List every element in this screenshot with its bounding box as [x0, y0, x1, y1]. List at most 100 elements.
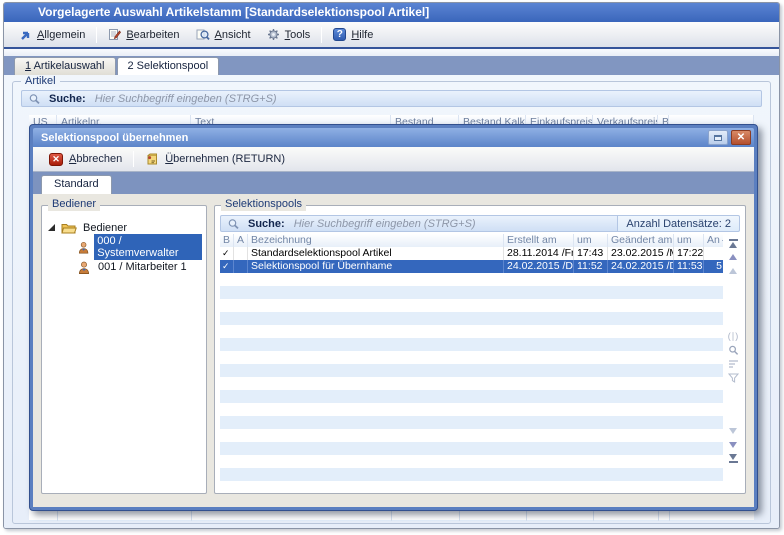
col-an[interactable]: An: [704, 234, 723, 247]
col-bezeichnung[interactable]: Bezeichnung: [248, 234, 504, 247]
cell-um: 11:53: [674, 260, 704, 273]
menu-hilfe-label: Hilfe: [351, 29, 373, 41]
search-row-icon[interactable]: [728, 344, 739, 356]
col-erstellt-am[interactable]: Erstellt am: [504, 234, 574, 247]
tab-selektionspool[interactable]: 2 Selektionspool: [117, 57, 220, 75]
previous-row-icon[interactable]: [729, 265, 737, 277]
folder-icon: [61, 222, 77, 234]
abbrechen-label: Abbrechen: [69, 153, 122, 165]
toolbar-spacer: [4, 49, 779, 56]
pool-row-selektionspool-fuer-uebernhame[interactable]: ✓ Selektionspool für Übernhame 24.02.201…: [220, 260, 723, 273]
menu-separator: [321, 27, 322, 43]
col-um-2[interactable]: um: [674, 234, 704, 247]
cell-erstellt-am: 28.11.2014 /Fr: [504, 247, 574, 260]
menu-bearbeiten[interactable]: Bearbeiten: [100, 26, 187, 43]
artikel-search-input[interactable]: Suche: Hier Suchbegriff eingeben (STRG+S…: [21, 90, 762, 107]
selektionspools-groupbox-label: Selektionspools: [221, 198, 306, 211]
abbrechen-button[interactable]: ✕ Abbrechen: [41, 151, 130, 168]
cell-um: 17:43: [574, 247, 608, 260]
menu-hilfe[interactable]: ? Hilfe: [325, 26, 381, 43]
search-icon: [28, 93, 41, 105]
toolbar-separator: [133, 151, 134, 167]
tree-root-label[interactable]: Bediener: [83, 222, 127, 234]
dialog-title: Selektionspool übernehmen: [41, 132, 705, 144]
column-width-icon[interactable]: (∣): [728, 330, 739, 342]
uebernehmen-button[interactable]: Übernehmen (RETURN): [137, 151, 293, 168]
pools-grid: B A Bezeichnung Erstellt am um Geändert …: [220, 234, 723, 488]
col-um-1[interactable]: um: [574, 234, 608, 247]
menu-tools[interactable]: Tools: [259, 26, 319, 43]
tree-expander-icon[interactable]: [48, 224, 55, 231]
arrow-up-right-icon: [20, 29, 32, 41]
tree-item-mitarbeiter1[interactable]: 001 / Mitarbeiter 1: [78, 257, 202, 277]
window-titlebar: Vorgelagerte Auswahl Artikelstamm [Stand…: [4, 3, 779, 22]
main-window: Vorgelagerte Auswahl Artikelstamm [Stand…: [3, 2, 780, 529]
pools-search-input[interactable]: Suche: Hier Suchbegriff eingeben (STRG+S…: [220, 215, 740, 232]
tab-artikelauswahl[interactable]: 1 Artikelauswahl: [14, 57, 116, 75]
user-icon: [78, 241, 89, 254]
search-label: Suche:: [248, 218, 285, 230]
search-label: Suche:: [49, 93, 86, 105]
tree-children: 000 / Systemverwalter 001 / Mitarbeiter …: [48, 237, 202, 277]
uebernehmen-label: Übernehmen (RETURN): [165, 153, 285, 165]
cell-erstellt-am: 24.02.2015 /Di: [504, 260, 574, 273]
tab-standard[interactable]: Standard: [41, 175, 112, 194]
bediener-groupbox: Bediener Bediener 000 / Systemverwalter: [41, 205, 207, 494]
go-to-first-row-icon[interactable]: [729, 237, 738, 249]
restore-icon: [714, 135, 722, 141]
tree-item-label[interactable]: 000 / Systemverwalter: [94, 234, 202, 260]
help-icon: ?: [333, 28, 346, 41]
pool-row-standardselektionspool[interactable]: ✓ Standardselektionspool Artikel 28.11.2…: [220, 247, 723, 260]
tree-item-systemverwalter[interactable]: 000 / Systemverwalter: [78, 237, 202, 257]
go-to-last-row-icon[interactable]: [729, 453, 738, 465]
search-icon: [227, 218, 240, 230]
cell-um: 17:22: [674, 247, 704, 260]
next-page-icon[interactable]: [729, 439, 737, 451]
bediener-tree: Bediener 000 / Systemverwalter 001 / Mit…: [42, 206, 206, 277]
menu-allgemein-label: Allgemein: [37, 29, 85, 41]
checkmark-icon: ✓: [220, 260, 234, 273]
col-geaendert-am[interactable]: Geändert am: [608, 234, 674, 247]
cell-um: 11:52: [574, 260, 608, 273]
cell-an: [704, 247, 723, 260]
menu-separator: [96, 27, 97, 43]
cell-geaendert-am: 23.02.2015 /Mo: [608, 247, 674, 260]
dialog-toolbar: ✕ Abbrechen Übernehmen (RETURN): [33, 147, 754, 172]
tree-item-label[interactable]: 001 / Mitarbeiter 1: [95, 260, 190, 274]
menu-ansicht[interactable]: Ansicht: [188, 26, 259, 43]
apply-note-icon: [145, 153, 159, 166]
cell-geaendert-am: 24.02.2015 /Di: [608, 260, 674, 273]
pools-grid-empty-rows[interactable]: [220, 273, 723, 488]
cell-bezeichnung: Standardselektionspool Artikel: [248, 247, 504, 260]
window-title: Vorgelagerte Auswahl Artikelstamm [Stand…: [38, 5, 429, 19]
menu-bar: Allgemein Bearbeiten Ansicht Tools ? Hil…: [4, 22, 779, 49]
cancel-x-icon: ✕: [49, 153, 63, 166]
search-placeholder: Hier Suchbegriff eingeben (STRG+S): [95, 93, 277, 105]
menu-bearbeiten-label: Bearbeiten: [126, 29, 179, 41]
close-button[interactable]: ✕: [731, 130, 751, 145]
cell-an: 5: [704, 260, 723, 273]
col-a[interactable]: A: [234, 234, 248, 247]
selektionspools-groupbox: Selektionspools Suche: Hier Suchbegriff …: [214, 205, 746, 494]
bediener-groupbox-label: Bediener: [48, 198, 100, 211]
menu-tools-label: Tools: [285, 29, 311, 41]
user-icon: [78, 261, 90, 274]
col-b[interactable]: B: [220, 234, 234, 247]
standard-tab-page: Bediener Bediener 000 / Systemverwalter: [33, 194, 754, 507]
artikel-groupbox-label: Artikel: [21, 75, 60, 87]
menu-allgemein[interactable]: Allgemein: [12, 27, 93, 43]
dialog-tab-strip: Standard: [33, 172, 754, 194]
column-chooser-icon[interactable]: [722, 236, 723, 245]
restore-button[interactable]: [708, 130, 728, 145]
search-placeholder: Hier Suchbegriff eingeben (STRG+S): [294, 218, 476, 230]
grid-navigation-strip: (∣): [725, 236, 741, 487]
next-row-icon[interactable]: [729, 425, 737, 437]
selektionspool-dialog: Selektionspool übernehmen ✕ ✕ Abbrechen …: [29, 124, 758, 511]
cell-bezeichnung: Selektionspool für Übernhame: [248, 260, 504, 273]
previous-page-icon[interactable]: [729, 251, 737, 263]
edit-notepad-icon: [108, 28, 121, 41]
dialog-titlebar: Selektionspool übernehmen ✕: [33, 128, 754, 147]
gear-icon: [267, 28, 280, 41]
sort-icon[interactable]: [728, 358, 739, 370]
filter-icon[interactable]: [728, 372, 739, 384]
